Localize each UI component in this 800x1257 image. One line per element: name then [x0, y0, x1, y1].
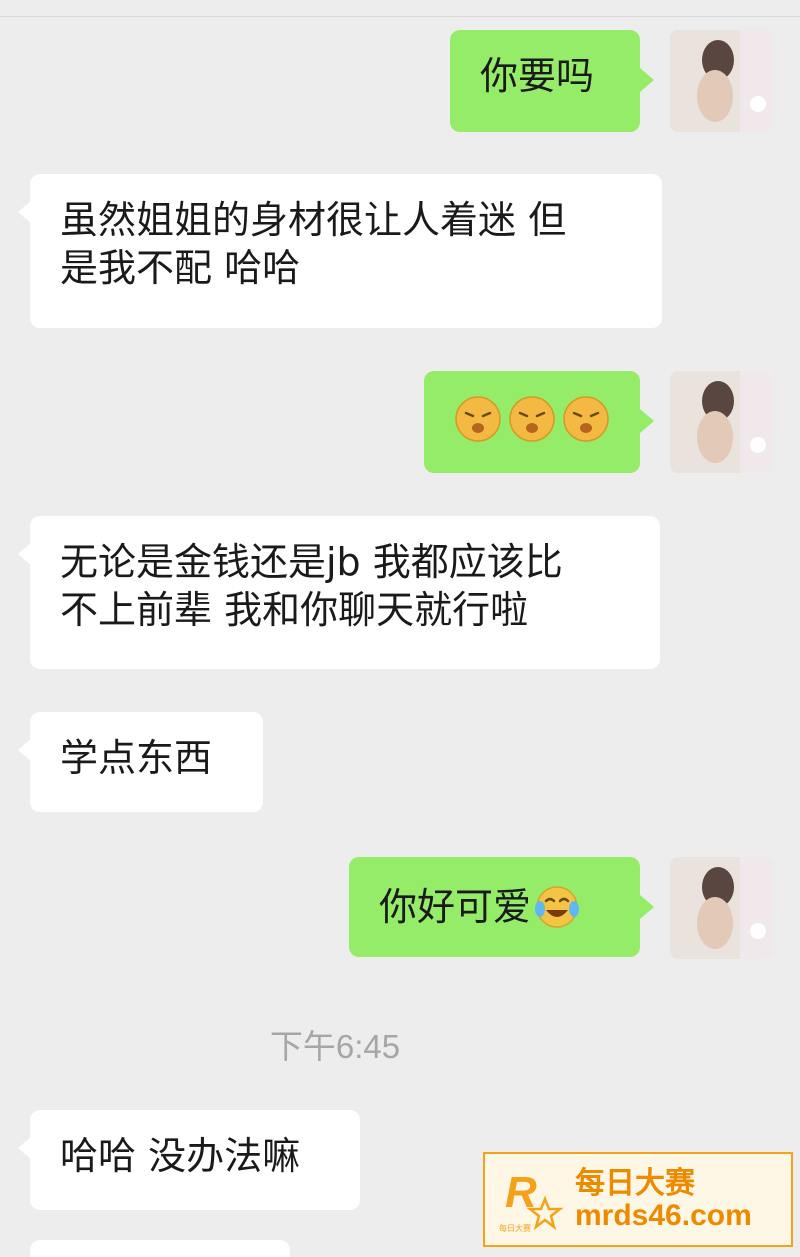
kiss-face-emoji: [455, 396, 501, 442]
message-text-line: 不上前辈 我和你聊天就行啦: [60, 588, 529, 632]
avatar[interactable]: [670, 857, 772, 959]
message-bubble-outgoing[interactable]: 你好可爱: [349, 857, 654, 957]
message-bubble-outgoing[interactable]: [424, 371, 654, 473]
message-bubble-incoming[interactable]: 学点东西: [18, 712, 263, 812]
message-text-line: 无论是金钱还是jb 我都应该比: [60, 540, 563, 584]
message-bubble-incoming[interactable]: 虽然姐姐的身材很让人着迷 但 是我不配 哈哈: [18, 174, 662, 328]
message-text: 哈哈 没办法嘛: [60, 1134, 301, 1178]
logo-small-text: 每日大赛: [499, 1223, 531, 1233]
tears-of-joy-emoji: [535, 886, 580, 928]
watermark-logo-icon: R 每日大赛: [499, 1168, 564, 1233]
message-text: 你要吗: [480, 54, 595, 98]
message-text: 学点东西: [60, 736, 213, 780]
top-divider: [0, 16, 800, 17]
watermark-url: mrds46.com: [575, 1198, 752, 1232]
kiss-face-emoji: [563, 396, 609, 442]
kiss-face-emoji: [509, 396, 555, 442]
avatar[interactable]: [670, 30, 772, 132]
watermark-title: 每日大赛: [575, 1166, 695, 1201]
watermark-banner: R 每日大赛 每日大赛 mrds46.com: [483, 1152, 793, 1247]
message-text: 你好可爱: [379, 885, 532, 929]
timestamp: 下午6:45: [269, 1028, 401, 1065]
message-bubble-incoming[interactable]: 哈哈 没办法嘛: [18, 1110, 360, 1210]
message-text-line: 是我不配 哈哈: [60, 246, 301, 290]
message-bubble-outgoing[interactable]: 你要吗: [450, 30, 654, 132]
message-bubble-incoming[interactable]: 无论是金钱还是jb 我都应该比 不上前辈 我和你聊天就行啦: [18, 516, 660, 669]
message-bubble-incoming-partial[interactable]: [30, 1240, 290, 1257]
avatar[interactable]: [670, 371, 772, 473]
message-text-line: 虽然姐姐的身材很让人着迷 但: [60, 198, 567, 242]
